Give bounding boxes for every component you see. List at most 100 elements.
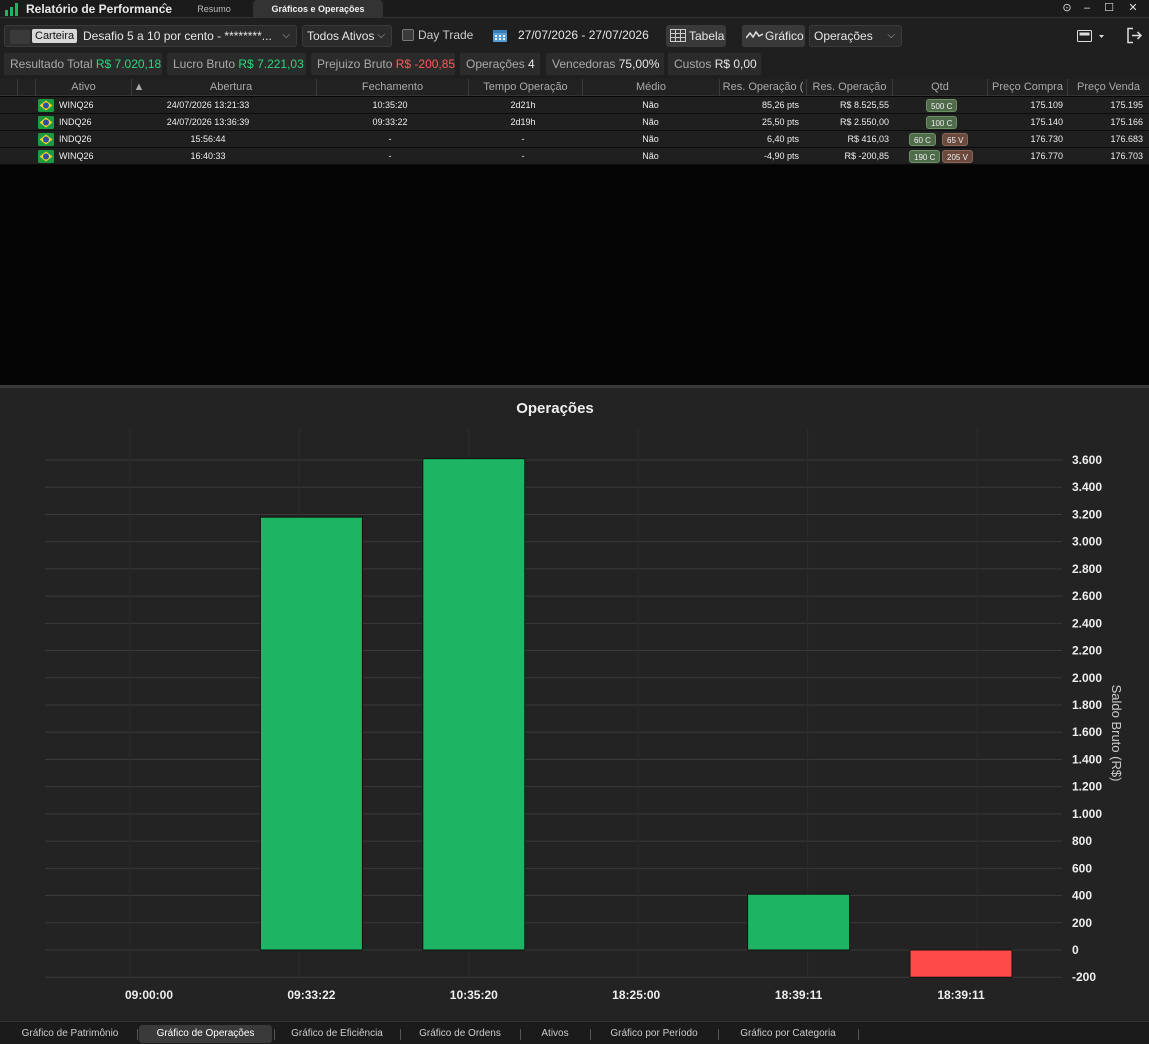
maximize-icon[interactable]: ☐	[1098, 0, 1120, 16]
day-trade-checkbox[interactable]	[402, 29, 414, 41]
cell-abertura: 15:56:44	[190, 134, 226, 144]
cell-medio: Não	[642, 134, 659, 144]
summary-value: R$ 0,00	[714, 57, 757, 71]
summary-operacoes: Operações 4	[460, 53, 540, 75]
date-range[interactable]: 27/07/2026 - 27/07/2026	[518, 28, 649, 42]
y-tick-label: 1.600	[1072, 725, 1102, 739]
table-row[interactable]: INDQ26 24/07/2026 13:36:39 09:33:22 2d19h Nã…	[0, 114, 1149, 131]
summary-value: R$ -200,85	[395, 57, 456, 71]
chart-type-select[interactable]: Operações ⌵	[809, 25, 902, 47]
tab-grafico-operacoes[interactable]: Gráfico de Operações	[139, 1025, 272, 1043]
cell-tempo: 2d19h	[510, 117, 536, 127]
y-tick-label: 3.600	[1072, 453, 1102, 467]
table-row[interactable]: INDQ26 15:56:44 - - Não 6,40 pts R$ 416,03 176.…	[0, 131, 1149, 148]
x-tick-label: 18:39:11	[937, 988, 985, 1002]
bar[interactable]	[909, 949, 1013, 978]
logout-icon[interactable]	[1126, 27, 1143, 44]
header-qtd[interactable]: Qtd	[893, 79, 988, 96]
tab-separator	[858, 1029, 859, 1040]
y-tick-label: 1.400	[1072, 752, 1102, 766]
header-res-operacao[interactable]: Res. Operação	[807, 79, 893, 96]
x-tick-label: 09:33:22	[287, 988, 335, 1002]
cell-res-pts: 6,40 pts	[766, 134, 799, 144]
chart-button-label: Gráfico	[765, 29, 804, 43]
summary-label: Resultado Total	[10, 57, 93, 71]
x-tick-label: 09:00:00	[125, 988, 173, 1002]
export-menu-icon[interactable]	[1077, 29, 1105, 43]
tab-grafico-categoria[interactable]: Gráfico por Categoria	[720, 1025, 856, 1043]
table-row[interactable]: WINQ26 16:40:33 - - Não -4,90 pts R$ -200,85 17…	[0, 148, 1149, 165]
summary-vencedoras: Vencedoras 75,00%	[546, 53, 664, 75]
tab-separator	[718, 1029, 719, 1040]
summary-label: Custos	[674, 57, 712, 71]
y-tick-label: 1.800	[1072, 698, 1102, 712]
cell-fechamento: -	[388, 134, 392, 144]
title-bar: Relatório de Performance ⌃ Resumo Gráfic…	[0, 0, 1149, 18]
header-fechamento[interactable]: Fechamento	[317, 79, 469, 96]
minimize-icon[interactable]: –	[1076, 0, 1098, 16]
header-abertura[interactable]: Abertura	[146, 79, 317, 96]
table-row[interactable]: WINQ26 24/07/2026 13:21:33 10:35:20 2d21h Nã…	[0, 97, 1149, 114]
tab-ativos[interactable]: Ativos	[522, 1025, 588, 1043]
y-tick-label: 2.400	[1072, 616, 1102, 630]
day-trade-label: Day Trade	[418, 28, 474, 42]
cell-preco-compra: 175.109	[1030, 100, 1063, 110]
carteira-select[interactable]: Carteira Desafio 5 a 10 por cento - ****…	[4, 25, 297, 47]
assets-select-value: Todos Ativos	[307, 29, 375, 43]
more-options-icon[interactable]: ⊙	[1056, 0, 1078, 16]
cell-res-rs: R$ 416,03	[847, 134, 889, 144]
cell-res-rs: R$ 8.525,55	[839, 100, 889, 110]
chart-bars-icon	[5, 3, 18, 16]
chart-type-select-value: Operações	[814, 29, 873, 43]
cell-ativo: WINQ26	[59, 151, 94, 161]
chart-button[interactable]: Gráfico	[742, 25, 805, 47]
operations-chart: -200 0 200 400 600 800 1.000 1.200 1.400 1.600 1.8…	[45, 428, 1124, 1002]
bar[interactable]	[259, 516, 363, 951]
cell-abertura: 16:40:33	[190, 151, 226, 161]
summary-label: Prejuizo Bruto	[317, 57, 393, 71]
qtd-venda-badge: 65 V	[942, 133, 969, 146]
table-button[interactable]: Tabela	[666, 25, 726, 47]
tab-resumo[interactable]: Resumo	[178, 0, 250, 18]
tab-separator	[137, 1029, 138, 1040]
cell-res-pts: 25,50 pts	[761, 117, 799, 127]
assets-select[interactable]: Todos Ativos ⌵	[302, 25, 392, 47]
header-medio[interactable]: Médio	[583, 79, 720, 96]
summary-value: 4	[528, 57, 535, 71]
cell-preco-compra: 176.730	[1030, 134, 1063, 144]
header-ativo[interactable]: Ativo	[36, 79, 132, 96]
tab-separator	[520, 1029, 521, 1040]
summary-resultado-total: Resultado Total R$ 7.020,18	[4, 53, 162, 75]
header-res-operacao-pts[interactable]: Res. Operação (	[720, 79, 807, 96]
cell-preco-venda: 175.166	[1110, 117, 1143, 127]
summary-label: Operações	[466, 57, 525, 71]
cell-fechamento: 09:33:22	[372, 117, 408, 127]
bar[interactable]	[422, 458, 526, 951]
header-tempo-operacao[interactable]: Tempo Operação	[469, 79, 583, 96]
chevron-up-icon[interactable]: ⌃	[160, 1, 169, 14]
header-spacer	[0, 79, 18, 96]
summary-custos: Custos R$ 0,00	[668, 53, 761, 75]
header-preco-compra[interactable]: Preço Compra	[988, 79, 1068, 96]
calendar-icon[interactable]	[492, 28, 508, 43]
sort-asc-icon[interactable]: ▲	[132, 79, 146, 96]
brazil-flag-icon	[38, 99, 54, 112]
cell-preco-venda: 176.703	[1110, 151, 1143, 161]
carteira-value: Desafio 5 a 10 por cento - ********...	[83, 29, 272, 43]
y-tick-label: -200	[1072, 970, 1096, 984]
close-icon[interactable]: ✕	[1122, 0, 1144, 16]
tab-grafico-patrimonio[interactable]: Gráfico de Patrimônio	[6, 1025, 134, 1043]
summary-value: 75,00%	[618, 57, 660, 71]
header-preco-venda[interactable]: Preço Venda	[1068, 79, 1149, 96]
cell-abertura: 24/07/2026 13:21:33	[166, 100, 250, 110]
tab-grafico-eficiencia[interactable]: Gráfico de Eficiência	[276, 1025, 398, 1043]
table-icon	[670, 29, 686, 42]
tab-graficos-operacoes[interactable]: Gráficos e Operações	[253, 0, 383, 18]
tab-grafico-ordens[interactable]: Gráfico de Ordens	[402, 1025, 518, 1043]
cell-res-pts: 85,26 pts	[761, 100, 799, 110]
tab-grafico-periodo[interactable]: Gráfico por Período	[592, 1025, 716, 1043]
bar[interactable]	[747, 893, 851, 951]
summary-prejuizo-bruto: Prejuizo Bruto R$ -200,85	[311, 53, 455, 75]
y-tick-label: 2.800	[1072, 562, 1102, 576]
cell-res-pts: -4,90 pts	[763, 151, 799, 161]
